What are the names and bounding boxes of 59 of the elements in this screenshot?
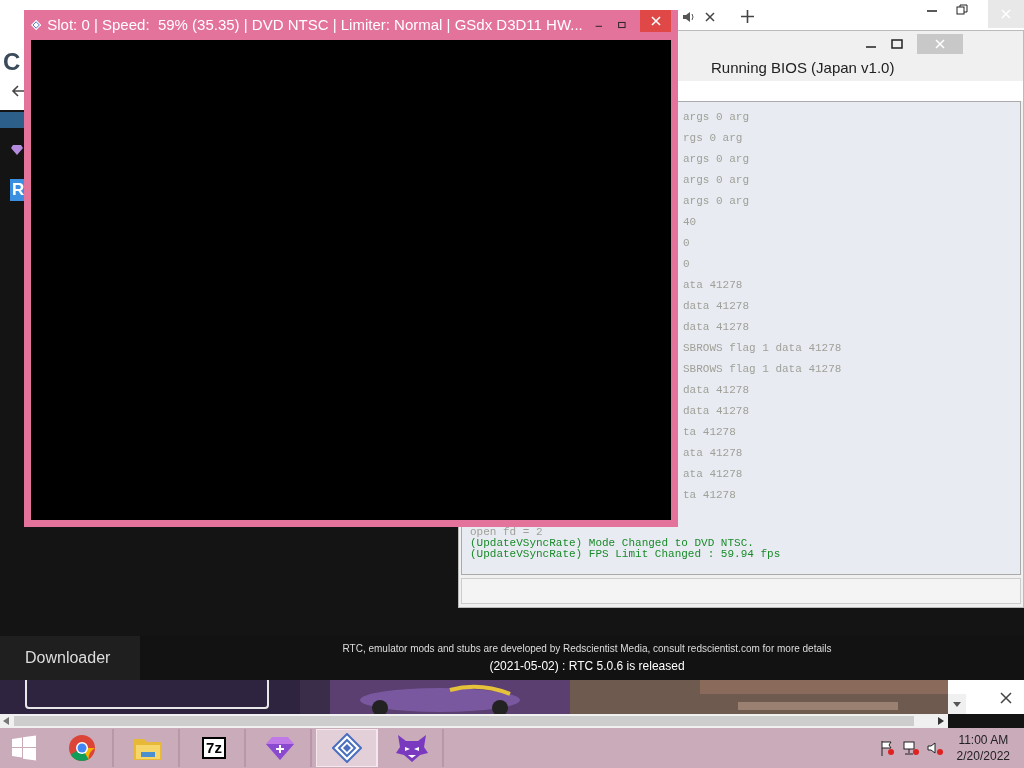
dropdown-button[interactable] bbox=[948, 694, 966, 714]
window-title: Running BIOS (Japan v1.0) bbox=[711, 58, 895, 79]
gem-icon bbox=[266, 736, 294, 760]
log-line: args 0 arg bbox=[683, 175, 749, 186]
scroll-left-icon[interactable] bbox=[3, 717, 9, 725]
log-line: data 41278 bbox=[683, 301, 749, 312]
browser-icon bbox=[68, 734, 96, 762]
log-line: ata 41278 bbox=[683, 280, 743, 291]
log-line: (UpdateVSyncRate) Mode Changed to DVD NTSC. bbox=[470, 538, 754, 549]
log-line: data 41278 bbox=[683, 322, 749, 333]
release-text: (2021-05-02) : RTC 5.0.6 is released bbox=[488, 658, 686, 675]
log-line: SBROWS flag 1 data 41278 bbox=[683, 343, 842, 354]
maximize-icon[interactable] bbox=[891, 37, 903, 50]
log-line: args 0 arg bbox=[683, 196, 749, 207]
close-icon bbox=[650, 16, 661, 26]
downloader-tab[interactable]: Downloader bbox=[0, 636, 140, 680]
log-line: ta 41278 bbox=[683, 427, 736, 438]
scroll-right-icon[interactable] bbox=[938, 717, 944, 725]
app-icon bbox=[31, 17, 42, 33]
close-tab-icon[interactable] bbox=[705, 12, 715, 22]
speaker-icon[interactable] bbox=[682, 10, 696, 24]
page-logo-letter: C bbox=[3, 47, 21, 77]
network-icon[interactable] bbox=[902, 740, 919, 756]
log-line: args 0 arg bbox=[683, 112, 749, 123]
close-button[interactable] bbox=[640, 10, 671, 32]
log-line: ata 41278 bbox=[683, 469, 743, 480]
close-icon[interactable] bbox=[1000, 692, 1012, 704]
log-line: 0 bbox=[683, 238, 690, 249]
scrollbar[interactable] bbox=[0, 714, 948, 728]
log-line: SBROWS flag 1 data 41278 bbox=[683, 364, 842, 375]
close-icon bbox=[935, 38, 945, 49]
clock-date[interactable]: 2/20/2022 bbox=[956, 748, 1010, 764]
log-line: args 0 arg bbox=[683, 154, 749, 165]
window-title: Slot: 0 | Speed: 59% (35.35) | DVD NTSC | Limiter: Normal | GSdx D3D11 HW... bbox=[47, 14, 583, 35]
log-line: rgs 0 arg bbox=[683, 133, 743, 144]
log-line: 0 bbox=[683, 259, 690, 270]
back-arrow-icon[interactable] bbox=[10, 83, 26, 99]
log-line: ata 41278 bbox=[683, 448, 743, 459]
new-tab-icon[interactable] bbox=[741, 10, 754, 23]
log-line: data 41278 bbox=[683, 406, 749, 417]
log-line: 40 bbox=[683, 217, 697, 228]
clock-time[interactable]: 11:00 AM bbox=[958, 732, 1009, 748]
log-line: open fd = 2 bbox=[470, 527, 543, 538]
command-field[interactable] bbox=[461, 578, 1021, 604]
log-line: (UpdateVSyncRate) FPS Limit Changed : 59.94 fps bbox=[470, 549, 781, 560]
archiver-app-button[interactable]: 7z bbox=[184, 729, 246, 767]
emulator-app-button[interactable] bbox=[316, 729, 378, 767]
credits-text: RTC, emulator mods and stubs are developed by Redscientist Media, consult redscientist.com for more details bbox=[341, 642, 833, 656]
muted-speaker-icon[interactable] bbox=[926, 740, 943, 756]
cat-face-icon bbox=[396, 733, 428, 763]
restore-icon[interactable] bbox=[956, 4, 968, 16]
windows-icon bbox=[11, 735, 37, 761]
log-line: ta 41278 bbox=[683, 490, 736, 501]
maximize-icon[interactable] bbox=[618, 19, 627, 31]
flag-icon[interactable] bbox=[878, 740, 895, 756]
caret-icon bbox=[953, 701, 961, 707]
diamond-icon bbox=[331, 733, 362, 763]
log-line: data 41278 bbox=[683, 385, 749, 396]
gem-icon bbox=[11, 145, 23, 155]
